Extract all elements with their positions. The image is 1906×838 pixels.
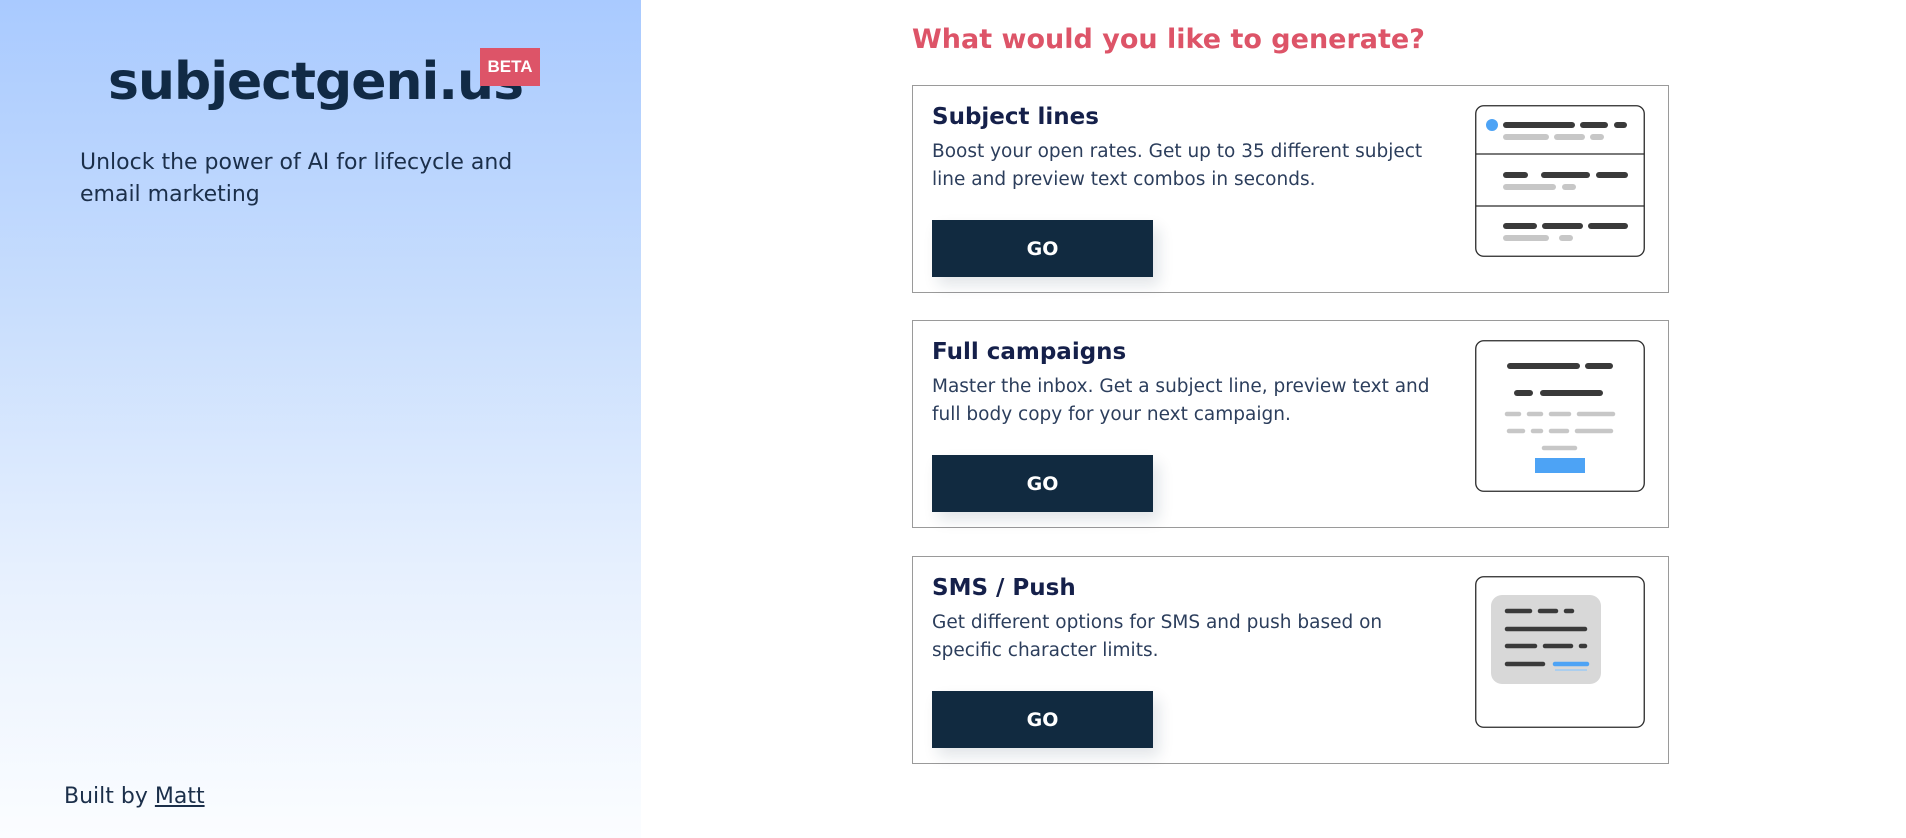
card-description: Get different options for SMS and push b…: [932, 612, 1383, 661]
email-campaign-illustration-icon: [1475, 340, 1645, 492]
author-link[interactable]: Matt: [155, 784, 205, 809]
built-by-label: Built by: [64, 784, 148, 809]
sidebar: subjectgeni.us BETA Unlock the power of …: [0, 0, 641, 838]
tagline: Unlock the power of AI for lifecycle and…: [80, 150, 513, 207]
card-title: Full campaigns: [932, 339, 1127, 365]
subject-lines-illustration-icon: [1475, 105, 1645, 257]
go-subject-lines-button[interactable]: GO: [932, 220, 1153, 277]
beta-badge: BETA: [480, 48, 540, 86]
card-sms-push: SMS / Push Get different options for SMS…: [912, 556, 1669, 764]
card-title: SMS / Push: [932, 575, 1076, 601]
brand-logo[interactable]: subjectgeni.us: [108, 52, 524, 112]
built-by: Built by Matt: [64, 784, 205, 809]
card-subject-lines: Subject lines Boost your open rates. Get…: [912, 85, 1669, 293]
card-title: Subject lines: [932, 104, 1099, 130]
page: subjectgeni.us BETA Unlock the power of …: [0, 0, 1906, 838]
card-description: Master the inbox. Get a subject line, pr…: [932, 376, 1430, 425]
card-full-campaigns: Full campaigns Master the inbox. Get a s…: [912, 320, 1669, 528]
card-description: Boost your open rates. Get up to 35 diff…: [932, 141, 1423, 190]
sms-push-illustration-icon: [1475, 576, 1645, 728]
page-title: What would you like to generate?: [912, 24, 1425, 55]
go-sms-push-button[interactable]: GO: [932, 691, 1153, 748]
go-full-campaigns-button[interactable]: GO: [932, 455, 1153, 512]
